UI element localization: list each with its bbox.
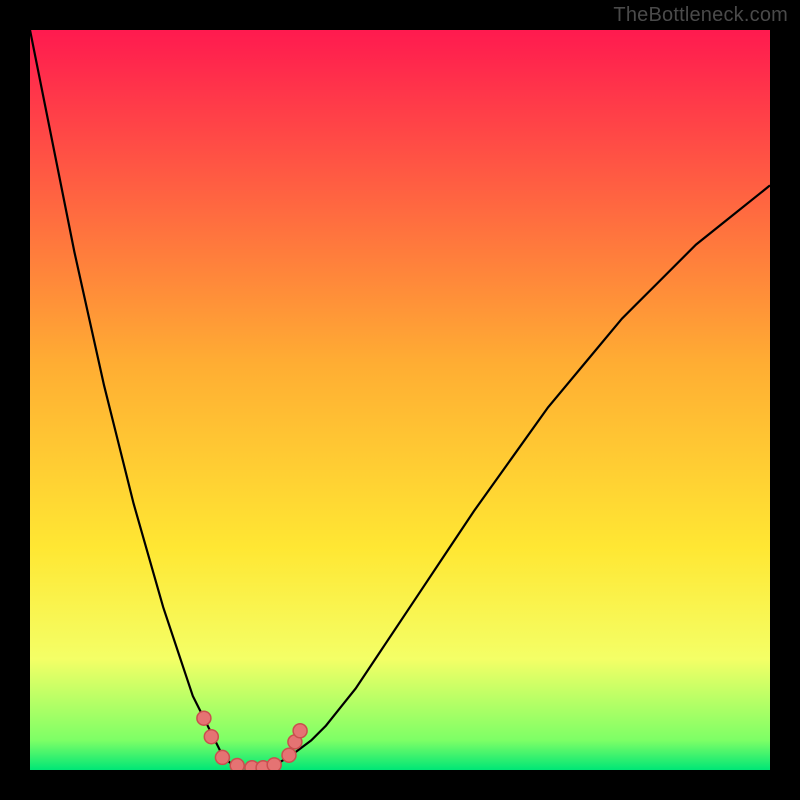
- chart-container: TheBottleneck.com: [0, 0, 800, 800]
- data-marker: [230, 759, 244, 770]
- chart-svg: [30, 30, 770, 770]
- data-marker: [215, 750, 229, 764]
- plot-background: [30, 30, 770, 770]
- data-marker: [204, 730, 218, 744]
- data-marker: [197, 711, 211, 725]
- plot-area: [30, 30, 770, 770]
- data-marker: [267, 758, 281, 770]
- data-marker: [282, 748, 296, 762]
- watermark-text: TheBottleneck.com: [613, 4, 788, 27]
- data-marker: [293, 724, 307, 738]
